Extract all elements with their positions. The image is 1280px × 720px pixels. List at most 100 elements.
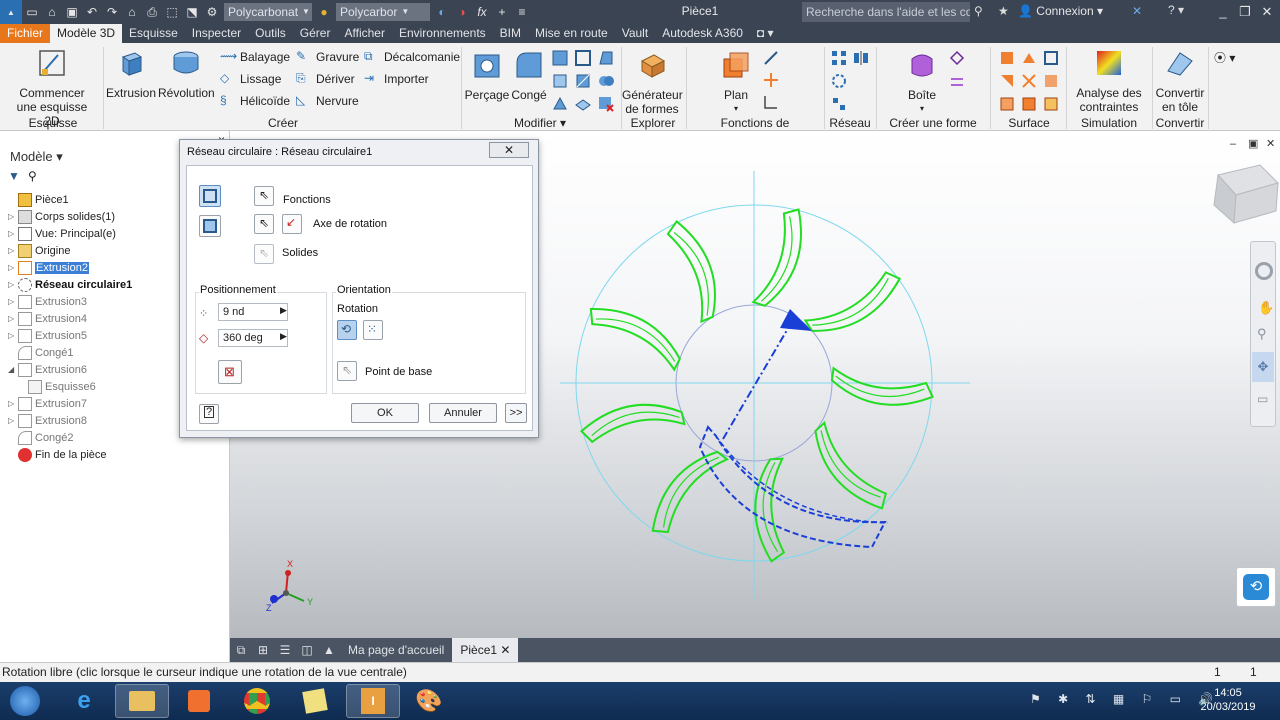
revolution-button[interactable]: Révolution bbox=[158, 47, 215, 100]
tab-fichier[interactable]: Fichier bbox=[0, 24, 51, 43]
tree-item-reseau-circulaire1[interactable]: ▷ Réseau circulaire1 bbox=[8, 276, 132, 293]
split-icon[interactable] bbox=[574, 72, 592, 90]
taskbar-media[interactable] bbox=[172, 684, 226, 718]
vertical-tile-icon[interactable]: ◫ bbox=[296, 643, 318, 657]
help-button[interactable]: ? bbox=[199, 404, 219, 424]
home-icon[interactable]: ⌂ bbox=[122, 2, 142, 22]
collapse-arrow-icon[interactable]: ◢ bbox=[8, 365, 18, 374]
tab-outils[interactable]: Outils bbox=[248, 24, 293, 43]
taskbar-ie[interactable]: e bbox=[57, 684, 111, 718]
login-button[interactable]: 👤 Connexion ▾ bbox=[1018, 4, 1103, 18]
taskbar-paint[interactable]: 🎨 bbox=[402, 684, 456, 718]
taskbar-explorer[interactable] bbox=[115, 684, 169, 718]
thicken-icon[interactable] bbox=[574, 95, 592, 113]
edit-form-icon[interactable] bbox=[948, 49, 966, 67]
point-icon[interactable] bbox=[762, 71, 780, 89]
tree-item-corps-solides[interactable]: ▷ Corps solides(1) bbox=[8, 208, 115, 225]
replace-face-icon[interactable] bbox=[1020, 95, 1038, 113]
expand-arrow-icon[interactable]: ▷ bbox=[8, 416, 18, 425]
angle-input[interactable]: 360 deg bbox=[218, 329, 288, 347]
sculpt-icon[interactable] bbox=[998, 72, 1016, 90]
deriver-button[interactable]: ⎘ Dériver bbox=[296, 70, 355, 88]
update-icon[interactable]: ⬔ bbox=[182, 2, 202, 22]
rectangular-pattern-icon[interactable] bbox=[830, 49, 848, 67]
taskbar-notes[interactable] bbox=[288, 684, 342, 718]
help-search-input[interactable]: Recherche dans l'aide et les com bbox=[802, 2, 970, 22]
expand-arrow-icon[interactable]: ▷ bbox=[8, 331, 18, 340]
taskbar-chrome[interactable] bbox=[230, 684, 284, 718]
conge-button[interactable]: Congé bbox=[511, 49, 547, 102]
exchange-icon[interactable]: ✕ bbox=[1132, 4, 1142, 18]
repair-icon[interactable] bbox=[1042, 95, 1060, 113]
tree-item-esquisse6[interactable]: Esquisse6 bbox=[28, 378, 96, 395]
solids-selector-button[interactable]: ⇖ bbox=[254, 244, 274, 264]
base-point-selector-button[interactable]: ⇖ bbox=[337, 361, 357, 381]
tree-item-origine[interactable]: ▷ Origine bbox=[8, 242, 70, 259]
tree-item-conge2[interactable]: Congé2 bbox=[8, 429, 74, 446]
expand-arrow-icon[interactable]: ▷ bbox=[8, 314, 18, 323]
appearance-dropdown[interactable]: Polycarbor ▼ bbox=[336, 3, 430, 21]
percage-button[interactable]: Perçage bbox=[464, 49, 510, 102]
expand-arrow-icon[interactable]: ▷ bbox=[8, 297, 18, 306]
importer-button[interactable]: ⇥ Importer bbox=[364, 70, 429, 88]
extend-icon[interactable] bbox=[1042, 72, 1060, 90]
browser-title[interactable]: Modèle ▾ bbox=[10, 149, 63, 165]
rotational-orientation-button[interactable]: ⟲ bbox=[337, 320, 357, 340]
dialog-close-button[interactable]: ✕ bbox=[489, 142, 529, 158]
expand-arrow-icon[interactable]: ▷ bbox=[8, 280, 18, 289]
expand-arrow-icon[interactable]: ▷ bbox=[8, 229, 18, 238]
trim-icon[interactable] bbox=[1020, 72, 1038, 90]
tab-mise-en-route[interactable]: Mise en route bbox=[528, 24, 615, 43]
occurrence-count-input[interactable]: 9 nd bbox=[218, 303, 288, 321]
tab-environnements[interactable]: Environnements bbox=[392, 24, 493, 43]
orbit-icon[interactable]: ✥ bbox=[1252, 352, 1274, 382]
settings-icon[interactable]: ⚙ bbox=[202, 2, 222, 22]
horizontal-tile-icon[interactable]: ☰ bbox=[274, 643, 296, 657]
tree-item-extrusion8[interactable]: ▷ Extrusion8 bbox=[8, 412, 87, 429]
panel-modifier-label[interactable]: Modifier ▾ bbox=[510, 116, 570, 130]
balayage-button[interactable]: ⟿ Balayage bbox=[220, 48, 290, 66]
pan-icon[interactable]: ✋ bbox=[1258, 300, 1274, 316]
tab-inspecter[interactable]: Inspecter bbox=[185, 24, 248, 43]
add-icon[interactable]: + bbox=[492, 2, 512, 22]
tree-item-extrusion5[interactable]: ▷ Extrusion5 bbox=[8, 327, 87, 344]
tab-autodesk-a360[interactable]: Autodesk A360 bbox=[655, 24, 750, 43]
new-file-icon[interactable]: ▭ bbox=[22, 2, 42, 22]
chamfer-icon[interactable] bbox=[551, 49, 569, 67]
zoom-icon[interactable]: ⚲ bbox=[1257, 326, 1267, 342]
look-at-icon[interactable]: ▭ bbox=[1257, 392, 1268, 406]
binoculars-icon[interactable]: ⚲ bbox=[974, 4, 983, 18]
tree-item-fin-de-la-piece[interactable]: Fin de la pièce bbox=[8, 446, 107, 463]
start-button[interactable] bbox=[0, 684, 50, 718]
tree-item-conge1[interactable]: Congé1 bbox=[8, 344, 74, 361]
viewcube[interactable] bbox=[1213, 164, 1279, 225]
tab-bim[interactable]: BIM bbox=[493, 24, 528, 43]
helicoide-button[interactable]: § Hélicoïde bbox=[220, 92, 290, 110]
minimize-button[interactable]: _ bbox=[1212, 2, 1234, 22]
thicken-surface-icon[interactable] bbox=[998, 49, 1016, 67]
share-button[interactable]: ⟲ bbox=[1236, 567, 1276, 607]
tree-item-extrusion2[interactable]: ▷ Extrusion2 bbox=[8, 259, 89, 276]
delete-face-icon[interactable] bbox=[597, 95, 615, 113]
thread-icon[interactable] bbox=[551, 72, 569, 90]
gravure-button[interactable]: ✎ Gravure bbox=[296, 48, 359, 66]
adjust-icon[interactable]: ◐ bbox=[432, 2, 452, 22]
expand-arrow-icon[interactable]: ▷ bbox=[8, 399, 18, 408]
restore-button[interactable]: ❐ bbox=[1234, 2, 1256, 22]
pattern-solids-mode-button[interactable] bbox=[199, 215, 221, 237]
taskbar-inventor[interactable]: I bbox=[346, 684, 400, 718]
select-icon[interactable]: ⬚ bbox=[162, 2, 182, 22]
save-icon[interactable]: ▣ bbox=[62, 2, 82, 22]
viewport-restore-icon[interactable]: ▣ bbox=[1248, 138, 1258, 150]
analyse-button[interactable]: Analyse des contraintes bbox=[1068, 47, 1150, 114]
extrusion-button[interactable]: Extrusion bbox=[106, 47, 156, 100]
clear-icon[interactable]: ◑ bbox=[452, 2, 472, 22]
tree-item-vue[interactable]: ▷ Vue: Principal(e) bbox=[8, 225, 116, 242]
tree-item-extrusion6[interactable]: ◢ Extrusion6 bbox=[8, 361, 87, 378]
nervure-button[interactable]: ◺ Nervure bbox=[296, 92, 359, 110]
viewport-minimize-icon[interactable]: – bbox=[1230, 138, 1237, 150]
tab-list-icon[interactable]: ▲ bbox=[318, 643, 340, 657]
redo-icon[interactable]: ↷ bbox=[102, 2, 122, 22]
tab-piece1[interactable]: Pièce1 ✕ bbox=[452, 638, 519, 662]
angle-arrow-icon[interactable]: ▶ bbox=[280, 331, 287, 342]
